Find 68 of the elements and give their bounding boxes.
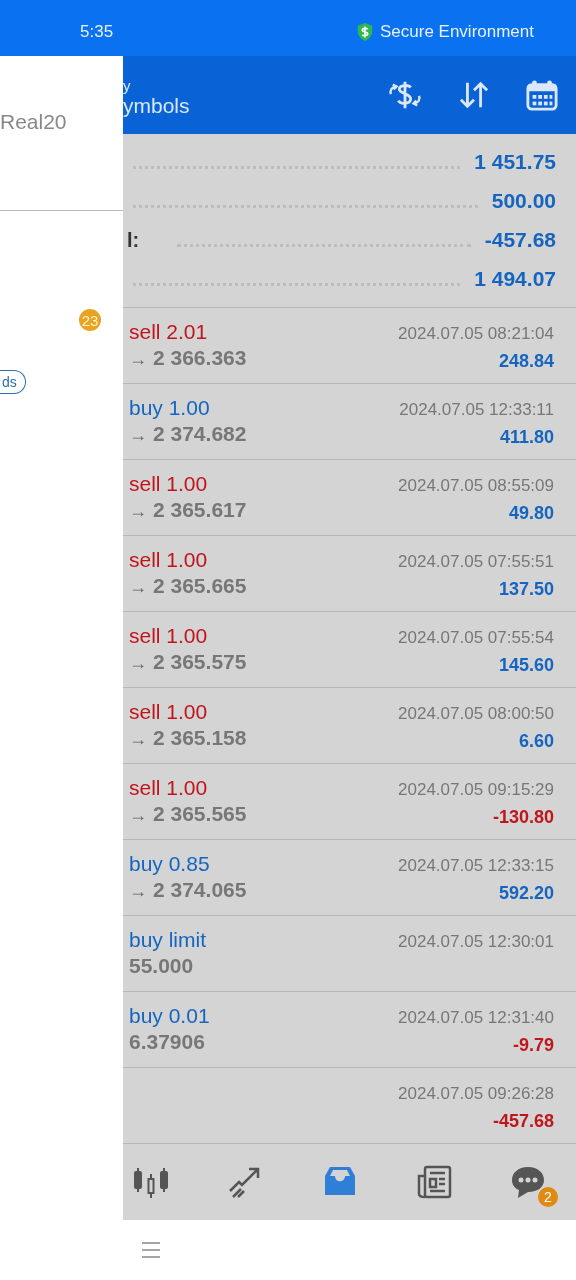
order-profit: 145.60	[498, 654, 554, 676]
arrow-glyph: →	[129, 577, 147, 598]
order-price: 2 365.565	[153, 802, 247, 826]
order-price: 2 365.665	[153, 574, 247, 598]
calendar-icon[interactable]	[526, 79, 558, 111]
newspaper-icon[interactable]	[415, 1164, 452, 1200]
secure-label: Secure Environment	[379, 22, 534, 42]
order-profit: 592.20	[498, 882, 554, 904]
order-type: sell 2.01	[129, 320, 209, 344]
order-time: 2024.07.05 08:00:50	[398, 703, 554, 724]
order-profit: -9.79	[512, 1034, 554, 1056]
account-name[interactable]: Real20	[0, 110, 123, 144]
arrow-glyph: →	[129, 653, 147, 674]
order-price: 2 374.682	[153, 422, 247, 446]
arrow-glyph: →	[129, 349, 147, 370]
notification-badge: 2	[538, 1187, 558, 1207]
order-profit: 248.84	[498, 350, 554, 372]
order-time: 2024.07.05 09:26:28	[398, 1083, 554, 1104]
sort-icon[interactable]	[458, 80, 490, 110]
order-type: sell 1.00	[129, 548, 209, 572]
header-subtitle: y	[123, 76, 132, 94]
order-time: 2024.07.05 07:55:54	[398, 627, 554, 648]
order-profit: 49.80	[508, 502, 554, 524]
order-time: 2024.07.05 12:33:11	[399, 399, 554, 420]
order-price: 6.37906	[129, 1030, 205, 1054]
summary-value: 1 451.75	[474, 150, 556, 174]
order-price: 2 366.363	[153, 346, 247, 370]
order-type: buy 0.85	[129, 852, 211, 876]
arrow-glyph: →	[129, 729, 147, 750]
order-type: buy limit	[129, 928, 207, 952]
menu-icon[interactable]	[141, 1241, 161, 1259]
order-time: 2024.07.05 12:30:01	[398, 931, 554, 952]
order-price: 2 365.617	[153, 498, 247, 522]
clock: 5:35	[80, 22, 114, 42]
order-profit: 411.80	[499, 426, 554, 448]
order-type: sell 1.00	[129, 700, 209, 724]
order-type: sell 1.00	[129, 472, 209, 496]
order-price: 2 365.575	[153, 650, 247, 674]
arrow-glyph: →	[129, 501, 147, 522]
order-time: 2024.07.05 12:31:40	[398, 1007, 554, 1028]
order-price: 55.000	[129, 954, 194, 978]
arrow-glyph: →	[129, 425, 147, 446]
order-price: 2 365.158	[153, 726, 247, 750]
order-profit: 6.60	[518, 730, 554, 752]
arrow-glyph: →	[129, 805, 147, 826]
order-time: 2024.07.05 07:55:51	[398, 551, 554, 572]
summary-value: 1 494.07	[474, 267, 556, 291]
shield-icon	[355, 22, 374, 42]
order-profit: -130.80	[492, 806, 554, 828]
order-type: buy 0.01	[129, 1004, 210, 1028]
order-price: 2 374.065	[153, 878, 247, 902]
order-type: sell 1.00	[129, 624, 209, 648]
order-profit: -457.68	[492, 1110, 554, 1132]
order-time: 2024.07.05 08:21:04	[398, 323, 554, 344]
order-profit: 137.50	[498, 578, 554, 600]
order-type: buy 1.00	[129, 396, 211, 420]
summary-value: 500.00	[491, 189, 556, 213]
order-type: sell 1.00	[129, 776, 209, 800]
order-time: 2024.07.05 12:33:15	[398, 855, 554, 876]
arrow-glyph: →	[129, 881, 147, 902]
count-badge: 23	[79, 309, 101, 331]
summary-label: l:	[127, 228, 140, 252]
summary-value: -457.68	[484, 228, 556, 252]
header-title: ymbols	[123, 93, 190, 118]
currency-exchange-icon[interactable]	[388, 79, 422, 111]
order-time: 2024.07.05 08:55:09	[398, 475, 554, 496]
order-time: 2024.07.05 09:15:29	[398, 779, 554, 800]
chat-icon[interactable]	[510, 1165, 546, 1199]
